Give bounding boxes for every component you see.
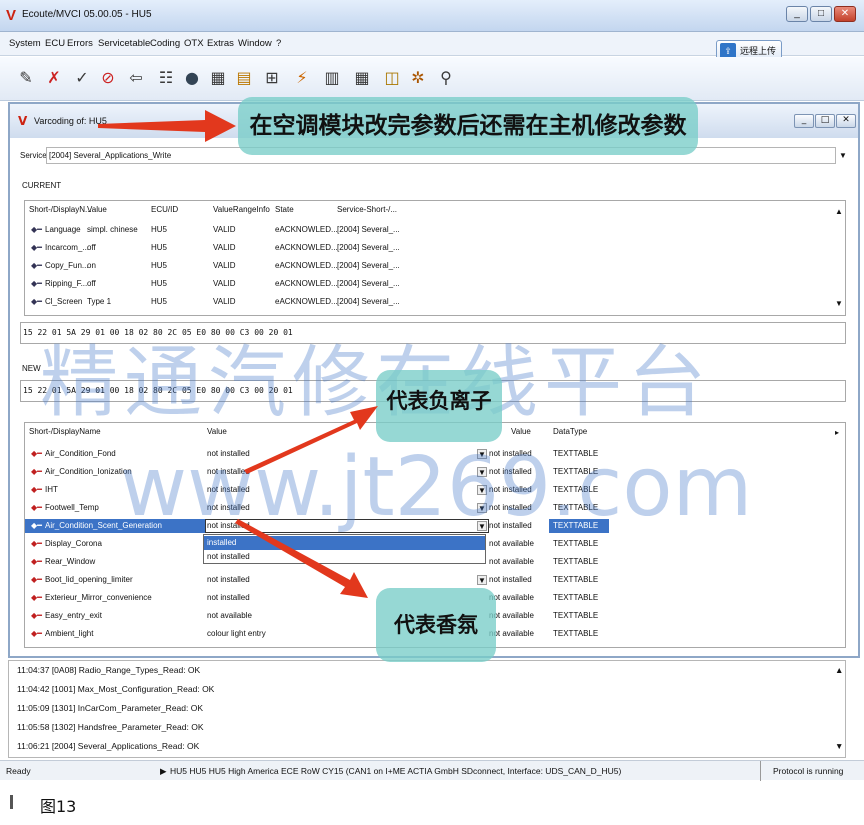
arrow-to-title xyxy=(98,110,236,142)
caption-bar xyxy=(10,795,13,809)
figure-caption: 图13 xyxy=(40,797,77,816)
annotation-arrows xyxy=(98,110,378,598)
arrow-to-ionization xyxy=(244,406,378,474)
arrow-to-scent xyxy=(235,519,368,598)
